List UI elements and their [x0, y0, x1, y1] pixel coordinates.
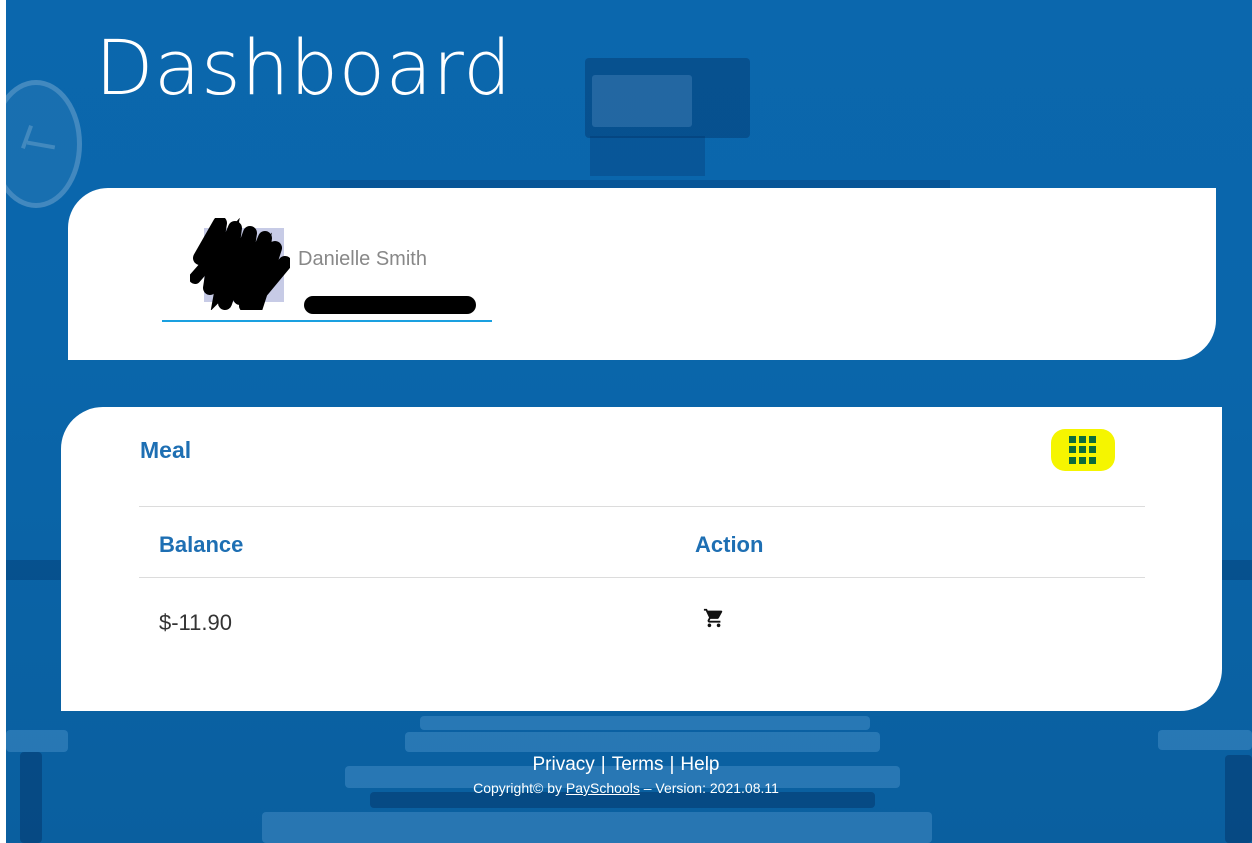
- footer-copyright: Copyright© by PaySchools – Version: 2021…: [0, 780, 1252, 796]
- background-desk: [405, 732, 880, 752]
- version-text: – Version: 2021.08.11: [643, 780, 779, 796]
- student-name: Danielle Smith: [298, 248, 427, 270]
- background-wall-left: [6, 560, 66, 580]
- redaction-line: [304, 296, 476, 314]
- background-desk: [1158, 730, 1252, 750]
- background-wall-right: [1220, 560, 1252, 580]
- background-desk: [262, 812, 932, 843]
- background-desk: [420, 716, 870, 730]
- footer-links: Privacy | Terms | Help: [0, 754, 1252, 776]
- footer-separator: |: [600, 754, 606, 775]
- divider: [139, 577, 1145, 578]
- add-funds-cart-button[interactable]: [703, 607, 725, 629]
- page-title: Dashboard: [95, 23, 512, 112]
- background-clock: [0, 80, 82, 208]
- background-desk: [6, 730, 68, 752]
- balance-value: $-11.90: [159, 610, 232, 635]
- privacy-link[interactable]: Privacy: [533, 754, 595, 775]
- apps-grid-button[interactable]: [1051, 429, 1115, 471]
- copyright-prefix: Copyright© by: [473, 780, 562, 796]
- meal-card: Meal Balance Action $-11.90: [61, 407, 1222, 711]
- background-projector-lens: [592, 75, 692, 127]
- column-header-balance: Balance: [159, 532, 244, 557]
- terms-link[interactable]: Terms: [612, 754, 664, 775]
- divider: [139, 506, 1145, 507]
- meal-title: Meal: [140, 437, 192, 463]
- help-link[interactable]: Help: [680, 754, 719, 775]
- background-projector-stem: [590, 136, 705, 176]
- redaction-scribble: [190, 218, 290, 310]
- payschools-link[interactable]: PaySchools: [566, 780, 640, 796]
- footer-separator: |: [669, 754, 675, 775]
- column-header-action: Action: [695, 532, 764, 557]
- profile-card: Danielle Smith: [68, 188, 1216, 360]
- dashboard-page: Dashboard Danielle Smith Meal Balance Ac…: [0, 0, 1252, 843]
- cart-icon: [703, 608, 723, 628]
- grid-icon: [1069, 436, 1097, 464]
- background-board: [330, 180, 950, 188]
- student-selector[interactable]: Danielle Smith: [162, 218, 492, 322]
